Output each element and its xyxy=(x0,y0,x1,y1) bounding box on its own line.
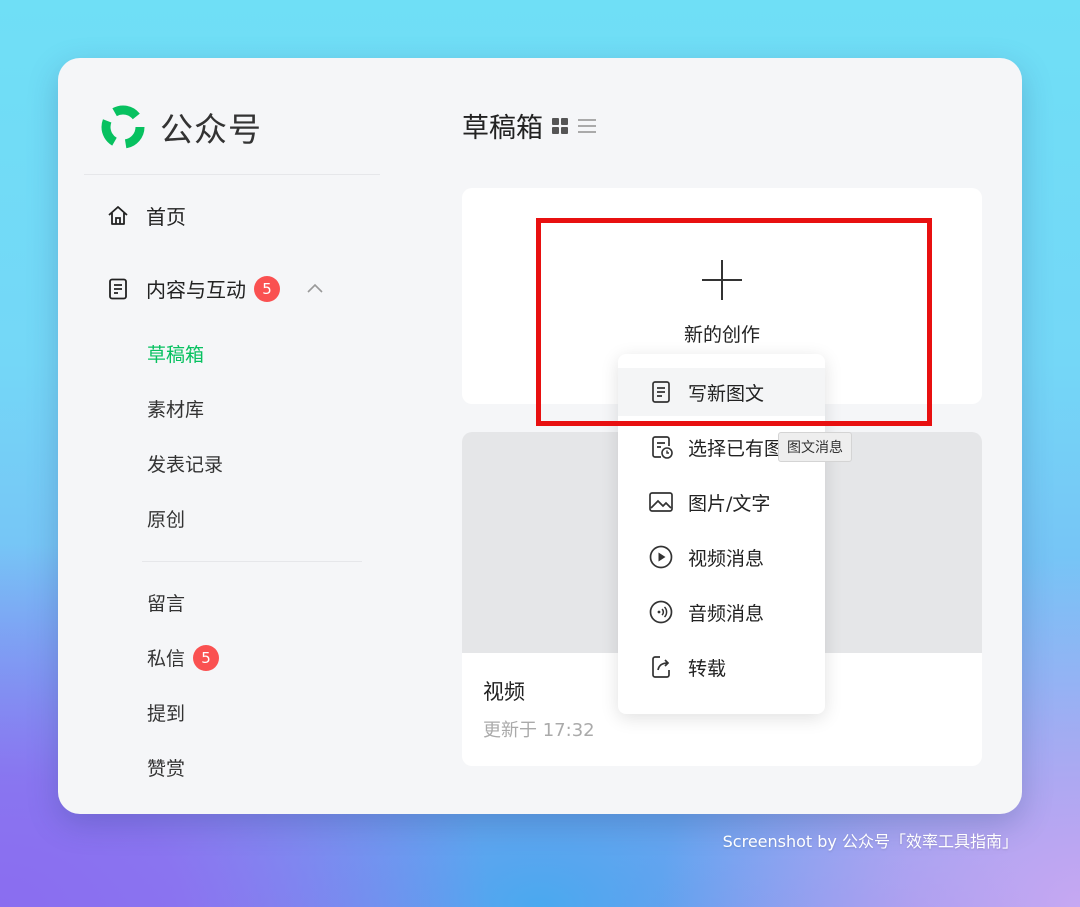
sidebar-divider xyxy=(142,561,362,562)
sidebar-item-original[interactable]: 原创 xyxy=(147,505,185,532)
tooltip: 图文消息 xyxy=(778,432,852,462)
sidebar-divider xyxy=(84,174,380,175)
page-title: 草稿箱 xyxy=(462,113,543,144)
new-creation-label: 新的创作 xyxy=(683,324,760,346)
draft-title: 视频 xyxy=(483,680,525,704)
home-icon xyxy=(106,204,130,228)
notification-badge: 5 xyxy=(254,275,280,302)
notification-badge: 5 xyxy=(193,644,220,671)
sidebar-item-materials[interactable]: 素材库 xyxy=(147,395,204,422)
sidebar-item-rewards[interactable]: 赞赏 xyxy=(147,754,185,781)
sidebar-item-publish-history[interactable]: 发表记录 xyxy=(147,450,223,477)
menu-item-image-text[interactable]: 图片/文字 xyxy=(618,478,825,526)
app-logo[interactable]: 公众号 xyxy=(98,102,262,152)
list-view-icon[interactable] xyxy=(577,117,597,135)
menu-item-write-article[interactable]: 写新图文 xyxy=(618,368,825,416)
sidebar-item-label: 首页 xyxy=(146,205,186,229)
menu-item-audio[interactable]: 音频消息 xyxy=(618,588,825,636)
share-icon xyxy=(648,654,674,680)
app-window: 公众号 首页 内容与互动 5 草稿箱 素材库 发表记录 原创 留言 私信 5 提… xyxy=(58,58,1022,814)
sidebar-item-drafts[interactable]: 草稿箱 xyxy=(147,340,204,367)
sidebar-item-label: 内容与互动 xyxy=(146,278,246,302)
article-icon xyxy=(648,379,674,405)
document-icon xyxy=(106,277,130,301)
menu-item-video[interactable]: 视频消息 xyxy=(618,533,825,581)
audio-icon xyxy=(648,599,674,625)
chevron-up-icon[interactable] xyxy=(306,280,324,298)
plus-icon[interactable] xyxy=(702,260,742,300)
new-creation-menu: 写新图文 选择已有图 图片/文字 视频消息 音频消息 转载 xyxy=(618,354,825,714)
sidebar-item-comments[interactable]: 留言 xyxy=(147,589,185,616)
page-title-row: 草稿箱 xyxy=(462,106,605,145)
sidebar-section-content[interactable]: 内容与互动 5 xyxy=(106,274,324,303)
play-circle-icon xyxy=(648,544,674,570)
document-clock-icon xyxy=(648,434,674,460)
image-icon xyxy=(648,489,674,515)
sidebar-item-mentions[interactable]: 提到 xyxy=(147,699,185,726)
sidebar-item-messages[interactable]: 私信 5 xyxy=(147,644,220,671)
view-toggle xyxy=(551,117,605,135)
screenshot-credit: Screenshot by 公众号「效率工具指南」 xyxy=(722,832,1018,851)
menu-item-repost[interactable]: 转载 xyxy=(618,643,825,691)
draft-updated-time: 更新于 17:32 xyxy=(483,720,595,741)
wechat-official-account-logo-icon xyxy=(98,102,148,152)
app-title: 公众号 xyxy=(160,110,262,149)
sidebar-item-home[interactable]: 首页 xyxy=(106,201,186,230)
grid-view-icon[interactable] xyxy=(551,117,569,135)
